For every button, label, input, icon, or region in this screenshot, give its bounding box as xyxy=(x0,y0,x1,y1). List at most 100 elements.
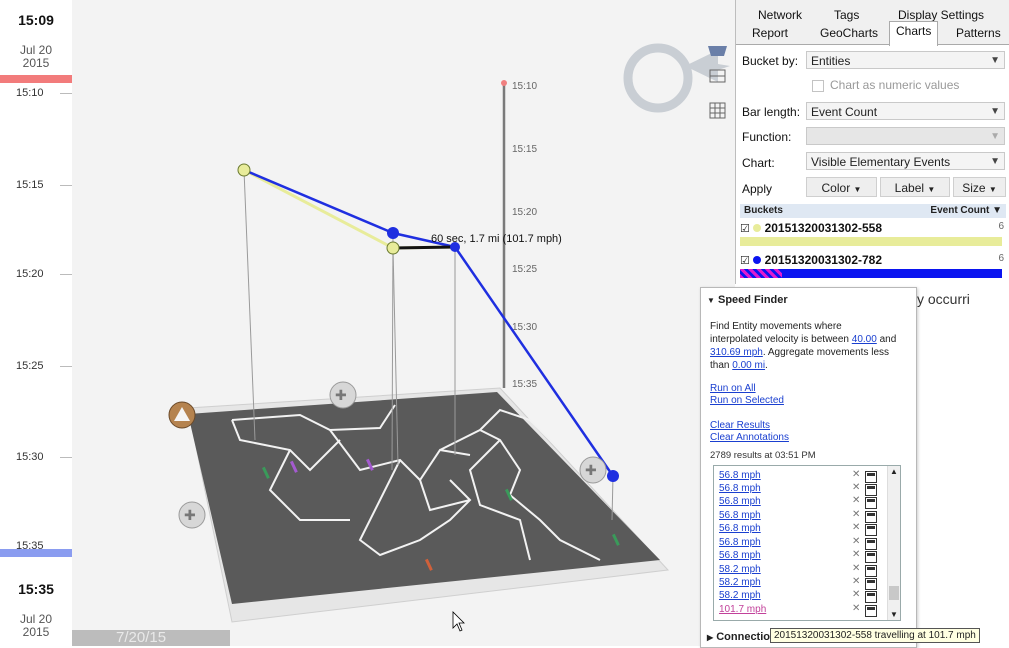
tab-patterns[interactable]: Patterns xyxy=(950,24,1007,42)
result-speed-link[interactable]: 56.8 mph xyxy=(719,483,761,494)
calculator-icon[interactable] xyxy=(865,497,877,509)
calculator-icon[interactable] xyxy=(865,591,877,603)
clear-results-link[interactable]: Clear Results xyxy=(710,420,770,431)
remove-icon[interactable]: ✕ xyxy=(852,522,860,533)
tab-charts[interactable]: Charts xyxy=(889,21,939,46)
scrollbar-thumb[interactable] xyxy=(889,586,899,600)
result-speed-link[interactable]: 56.8 mph xyxy=(719,510,761,521)
time-axis-label: 15:10 xyxy=(512,81,537,92)
chevron-down-icon: ▼ xyxy=(990,156,1000,167)
table-view-icon[interactable] xyxy=(709,102,726,119)
timeline-panel[interactable]: 15:09 Jul 20 2015 15:10 15:15 15:20 15:2… xyxy=(0,0,73,646)
timeline-tick: 15:25 xyxy=(16,360,44,372)
calculator-icon[interactable] xyxy=(865,511,877,523)
result-speed-link[interactable]: 101.7 mph xyxy=(719,604,766,615)
remove-icon[interactable]: ✕ xyxy=(852,495,860,506)
result-row[interactable]: 56.8 mph ✕ xyxy=(714,522,886,536)
result-row[interactable]: 58.2 mph ✕ xyxy=(714,589,886,603)
remove-icon[interactable]: ✕ xyxy=(852,576,860,587)
3d-map-viewer[interactable]: 15:10 15:15 15:20 15:25 15:30 15:35 60 s… xyxy=(72,0,735,646)
min-distance-link[interactable]: 0.00 mi xyxy=(732,360,765,371)
timeline-end-band[interactable] xyxy=(0,549,72,557)
results-scrollbar[interactable]: ▲ ▼ xyxy=(887,466,900,620)
result-speed-link[interactable]: 56.8 mph xyxy=(719,550,761,561)
remove-icon[interactable]: ✕ xyxy=(852,549,860,560)
tilt-control-icon[interactable] xyxy=(168,401,196,429)
remove-icon[interactable]: ✕ xyxy=(852,563,860,574)
bucket-by-select[interactable]: Entities ▼ xyxy=(806,51,1005,69)
run-on-selected-link[interactable]: Run on Selected xyxy=(710,395,784,406)
min-speed-link[interactable]: 40.00 xyxy=(852,334,877,345)
bucket-row[interactable]: ☑ 20151320031302-558 6 xyxy=(740,221,1006,246)
tab-network[interactable]: Network xyxy=(752,6,808,24)
calculator-icon[interactable] xyxy=(865,471,877,483)
pan-control-icon[interactable]: ✚ xyxy=(579,456,607,484)
scroll-down-icon[interactable]: ▼ xyxy=(890,610,898,619)
timeline-start-band[interactable] xyxy=(0,75,72,83)
result-speed-link[interactable]: 58.2 mph xyxy=(719,577,761,588)
calculator-icon[interactable] xyxy=(865,524,877,536)
remove-icon[interactable]: ✕ xyxy=(852,482,860,493)
desc-text: . Aggregate movements less xyxy=(762,347,890,358)
result-row[interactable]: 56.8 mph ✕ xyxy=(714,495,886,509)
checkbox-icon[interactable]: ☑ xyxy=(740,255,750,267)
chart-type-select[interactable]: Visible Elementary Events ▼ xyxy=(806,152,1005,170)
segment-speed-label: 60 sec, 1.7 mi (101.7 mph) xyxy=(431,233,562,245)
results-list[interactable]: 56.8 mph ✕ 56.8 mph ✕ 56.8 mph ✕ 56.8 mph ✕ … xyxy=(713,465,901,621)
event-count-header[interactable]: Event Count ▼ xyxy=(930,204,1002,218)
tab-report[interactable]: Report xyxy=(746,24,794,42)
speed-finder-header[interactable]: ▼ Speed Finder xyxy=(707,294,788,306)
remove-icon[interactable]: ✕ xyxy=(852,536,860,547)
pan-control-icon[interactable]: ✚ xyxy=(329,381,357,409)
result-speed-link[interactable]: 56.8 mph xyxy=(719,496,761,507)
event-point[interactable] xyxy=(386,241,400,255)
tab-geocharts[interactable]: GeoCharts xyxy=(814,24,884,42)
buckets-header[interactable]: Buckets Event Count ▼ xyxy=(740,204,1006,218)
remove-icon[interactable]: ✕ xyxy=(852,469,860,480)
remove-icon[interactable]: ✕ xyxy=(852,603,860,614)
calculator-icon[interactable] xyxy=(865,551,877,563)
layers-icon[interactable] xyxy=(708,46,727,56)
remove-icon[interactable]: ✕ xyxy=(852,509,860,520)
compass-icon[interactable] xyxy=(623,43,730,113)
calculator-icon[interactable] xyxy=(865,578,877,590)
result-row[interactable]: 101.7 mph ✕ xyxy=(714,603,886,617)
event-point[interactable] xyxy=(237,163,251,177)
clear-annotations-link[interactable]: Clear Annotations xyxy=(710,432,789,443)
bucket-count: 6 xyxy=(998,253,1004,264)
zoom-control-icon[interactable]: ✚ xyxy=(178,501,206,529)
event-point[interactable] xyxy=(607,470,619,482)
calculator-icon[interactable] xyxy=(865,538,877,550)
result-speed-link[interactable]: 56.8 mph xyxy=(719,523,761,534)
apply-color-button[interactable]: Color ▼ xyxy=(806,177,877,197)
track-entity-558[interactable] xyxy=(243,168,456,250)
result-speed-link[interactable]: 58.2 mph xyxy=(719,590,761,601)
date-tab[interactable]: 7/20/15 xyxy=(72,630,230,646)
connections-section-header[interactable]: ▶ Connectio xyxy=(707,631,770,643)
function-select[interactable]: ▼ xyxy=(806,127,1005,145)
scroll-up-icon[interactable]: ▲ xyxy=(890,467,898,476)
calculator-icon[interactable] xyxy=(865,565,877,577)
apply-label-button[interactable]: Label ▼ xyxy=(880,177,950,197)
apply-size-button[interactable]: Size ▼ xyxy=(953,177,1006,197)
result-speed-link[interactable]: 56.8 mph xyxy=(719,470,761,481)
speed-segment-highlight[interactable] xyxy=(392,245,456,250)
calculator-icon[interactable] xyxy=(865,484,877,496)
run-on-all-link[interactable]: Run on All xyxy=(710,383,756,394)
charts-panel[interactable]: Network Tags Display Settings Report Geo… xyxy=(735,0,1009,284)
chart-numeric-checkbox[interactable]: Chart as numeric values xyxy=(812,78,959,92)
checkbox-icon[interactable]: ☑ xyxy=(740,223,750,235)
event-point[interactable] xyxy=(387,227,399,239)
3d-scene[interactable]: 15:10 15:15 15:20 15:25 15:30 15:35 60 s… xyxy=(72,0,735,646)
max-speed-link[interactable]: 310.69 mph xyxy=(710,347,763,358)
result-speed-link[interactable]: 56.8 mph xyxy=(719,537,761,548)
remove-icon[interactable]: ✕ xyxy=(852,589,860,600)
result-speed-link[interactable]: 58.2 mph xyxy=(719,564,761,575)
bar-length-select[interactable]: Event Count ▼ xyxy=(806,102,1005,120)
tab-tags[interactable]: Tags xyxy=(828,6,865,24)
result-row[interactable]: 56.8 mph ✕ xyxy=(714,549,886,563)
bucket-row[interactable]: ☑ 20151320031302-782 6 xyxy=(740,253,1006,278)
calculator-icon[interactable] xyxy=(865,605,877,617)
timeline-bottom-date-year: 2015 xyxy=(22,625,50,639)
speed-finder-panel[interactable]: ▼ Speed Finder Find Entity movements whe… xyxy=(700,287,917,648)
